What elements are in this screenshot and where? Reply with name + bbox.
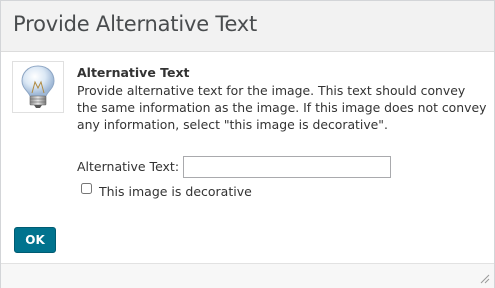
dialog-header: Provide Alternative Text <box>1 1 494 52</box>
dialog-title: Provide Alternative Text <box>13 12 258 36</box>
instructions-text: Provide alternative text for the image. … <box>77 83 487 132</box>
decorative-checkbox[interactable] <box>81 183 92 194</box>
decorative-label[interactable]: This image is decorative <box>99 184 252 199</box>
alt-text-dialog: Provide Alternative Text Alternative Tex… <box>0 0 495 288</box>
resize-grip-icon[interactable] <box>478 272 490 284</box>
alt-text-input[interactable] <box>183 156 391 178</box>
alt-text-label: Alternative Text: <box>77 159 180 174</box>
lightbulb-icon <box>12 61 64 113</box>
ok-button[interactable]: OK <box>14 227 56 253</box>
dialog-footer <box>1 263 494 288</box>
section-heading: Alternative Text <box>77 65 190 80</box>
